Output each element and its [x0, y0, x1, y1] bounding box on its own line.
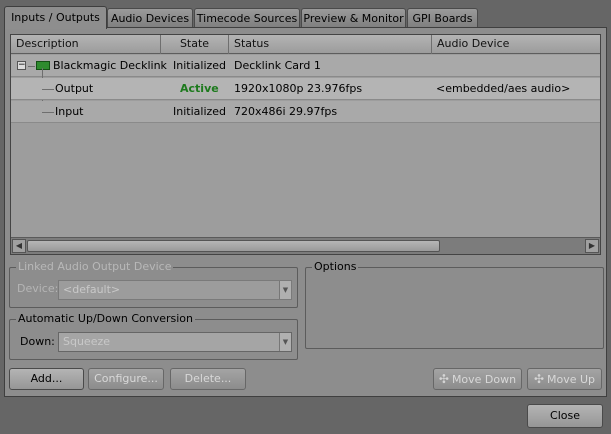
device-label: Device: [17, 282, 59, 295]
device-tree-table[interactable]: Description State Status Audio Device − … [10, 34, 601, 255]
row-status: Decklink Card 1 [234, 59, 321, 72]
row-description: Blackmagic Decklink [53, 59, 167, 72]
configure-button[interactable]: Configure... [88, 368, 164, 390]
tab-audio-devices[interactable]: Audio Devices [107, 8, 193, 28]
column-header-description[interactable]: Description [11, 35, 161, 54]
down-conversion-select[interactable]: Squeeze ▼ [58, 332, 292, 352]
down-label: Down: [20, 335, 55, 348]
column-header-status[interactable]: Status [229, 35, 432, 54]
chevron-down-icon[interactable]: ▼ [279, 281, 291, 299]
row-audio-device: <embedded/aes audio> [436, 82, 571, 95]
move-down-icon: ✣ [438, 372, 449, 386]
add-button[interactable]: Add... [9, 368, 84, 390]
row-description: Output [55, 82, 94, 95]
horizontal-scrollbar[interactable]: ◀ ▶ [11, 237, 600, 254]
row-status: 720x486i 29.97fps [234, 105, 338, 118]
move-down-button[interactable]: ✣ Move Down [433, 368, 522, 390]
table-row[interactable]: Output Active 1920x1080p 23.976fps <embe… [11, 78, 600, 100]
close-button[interactable]: Close [527, 404, 603, 428]
tab-preview-monitor[interactable]: Preview & Monitor [301, 8, 406, 28]
options-group: Options [305, 260, 604, 349]
tab-inputs-outputs[interactable]: Inputs / Outputs [4, 6, 107, 29]
device-select-value: <default> [63, 283, 121, 296]
row-state: Initialized [173, 59, 227, 72]
tab-timecode-sources[interactable]: Timecode Sources [194, 8, 300, 28]
move-up-button[interactable]: ✣ Move Up [527, 368, 602, 390]
move-down-label: Move Down [451, 373, 517, 386]
column-header-audio-device[interactable]: Audio Device [432, 35, 602, 54]
collapse-toggle-icon[interactable]: − [17, 61, 26, 70]
delete-button[interactable]: Delete... [170, 368, 246, 390]
row-state: Active [180, 82, 219, 95]
row-state: Initialized [173, 105, 227, 118]
table-header: Description State Status Audio Device [11, 35, 600, 54]
linked-audio-output-legend: Linked Audio Output Device [16, 260, 174, 274]
linked-audio-output-group: Linked Audio Output Device Device: <defa… [9, 260, 298, 308]
scroll-left-icon[interactable]: ◀ [12, 239, 26, 253]
tab-gpi-boards[interactable]: GPI Boards [407, 8, 478, 28]
scroll-right-icon[interactable]: ▶ [585, 239, 599, 253]
move-up-icon: ✣ [533, 372, 545, 386]
down-conversion-value: Squeeze [63, 335, 111, 348]
table-row[interactable]: Input Initialized 720x486i 29.97fps [11, 101, 600, 123]
column-header-state[interactable]: State [161, 35, 229, 54]
tab-bar: Inputs / Outputs Audio Devices Timecode … [4, 6, 607, 29]
row-status: 1920x1080p 23.976fps [234, 82, 363, 95]
tree-connector [42, 112, 54, 113]
table-row[interactable]: − Blackmagic Decklink Initialized Deckli… [11, 55, 600, 77]
up-down-conversion-legend: Automatic Up/Down Conversion [16, 312, 195, 326]
options-legend: Options [312, 260, 359, 274]
device-select[interactable]: <default> ▼ [58, 280, 292, 300]
tab-panel: Description State Status Audio Device − … [4, 27, 607, 397]
chevron-down-icon[interactable]: ▼ [279, 333, 291, 351]
scrollbar-thumb[interactable] [27, 240, 440, 252]
decklink-card-icon [36, 61, 50, 70]
tree-connector [28, 66, 35, 67]
up-down-conversion-group: Automatic Up/Down Conversion Down: Squee… [9, 312, 298, 360]
tree-connector [42, 89, 54, 90]
move-up-label: Move Up [547, 373, 596, 386]
row-description: Input [55, 105, 84, 118]
